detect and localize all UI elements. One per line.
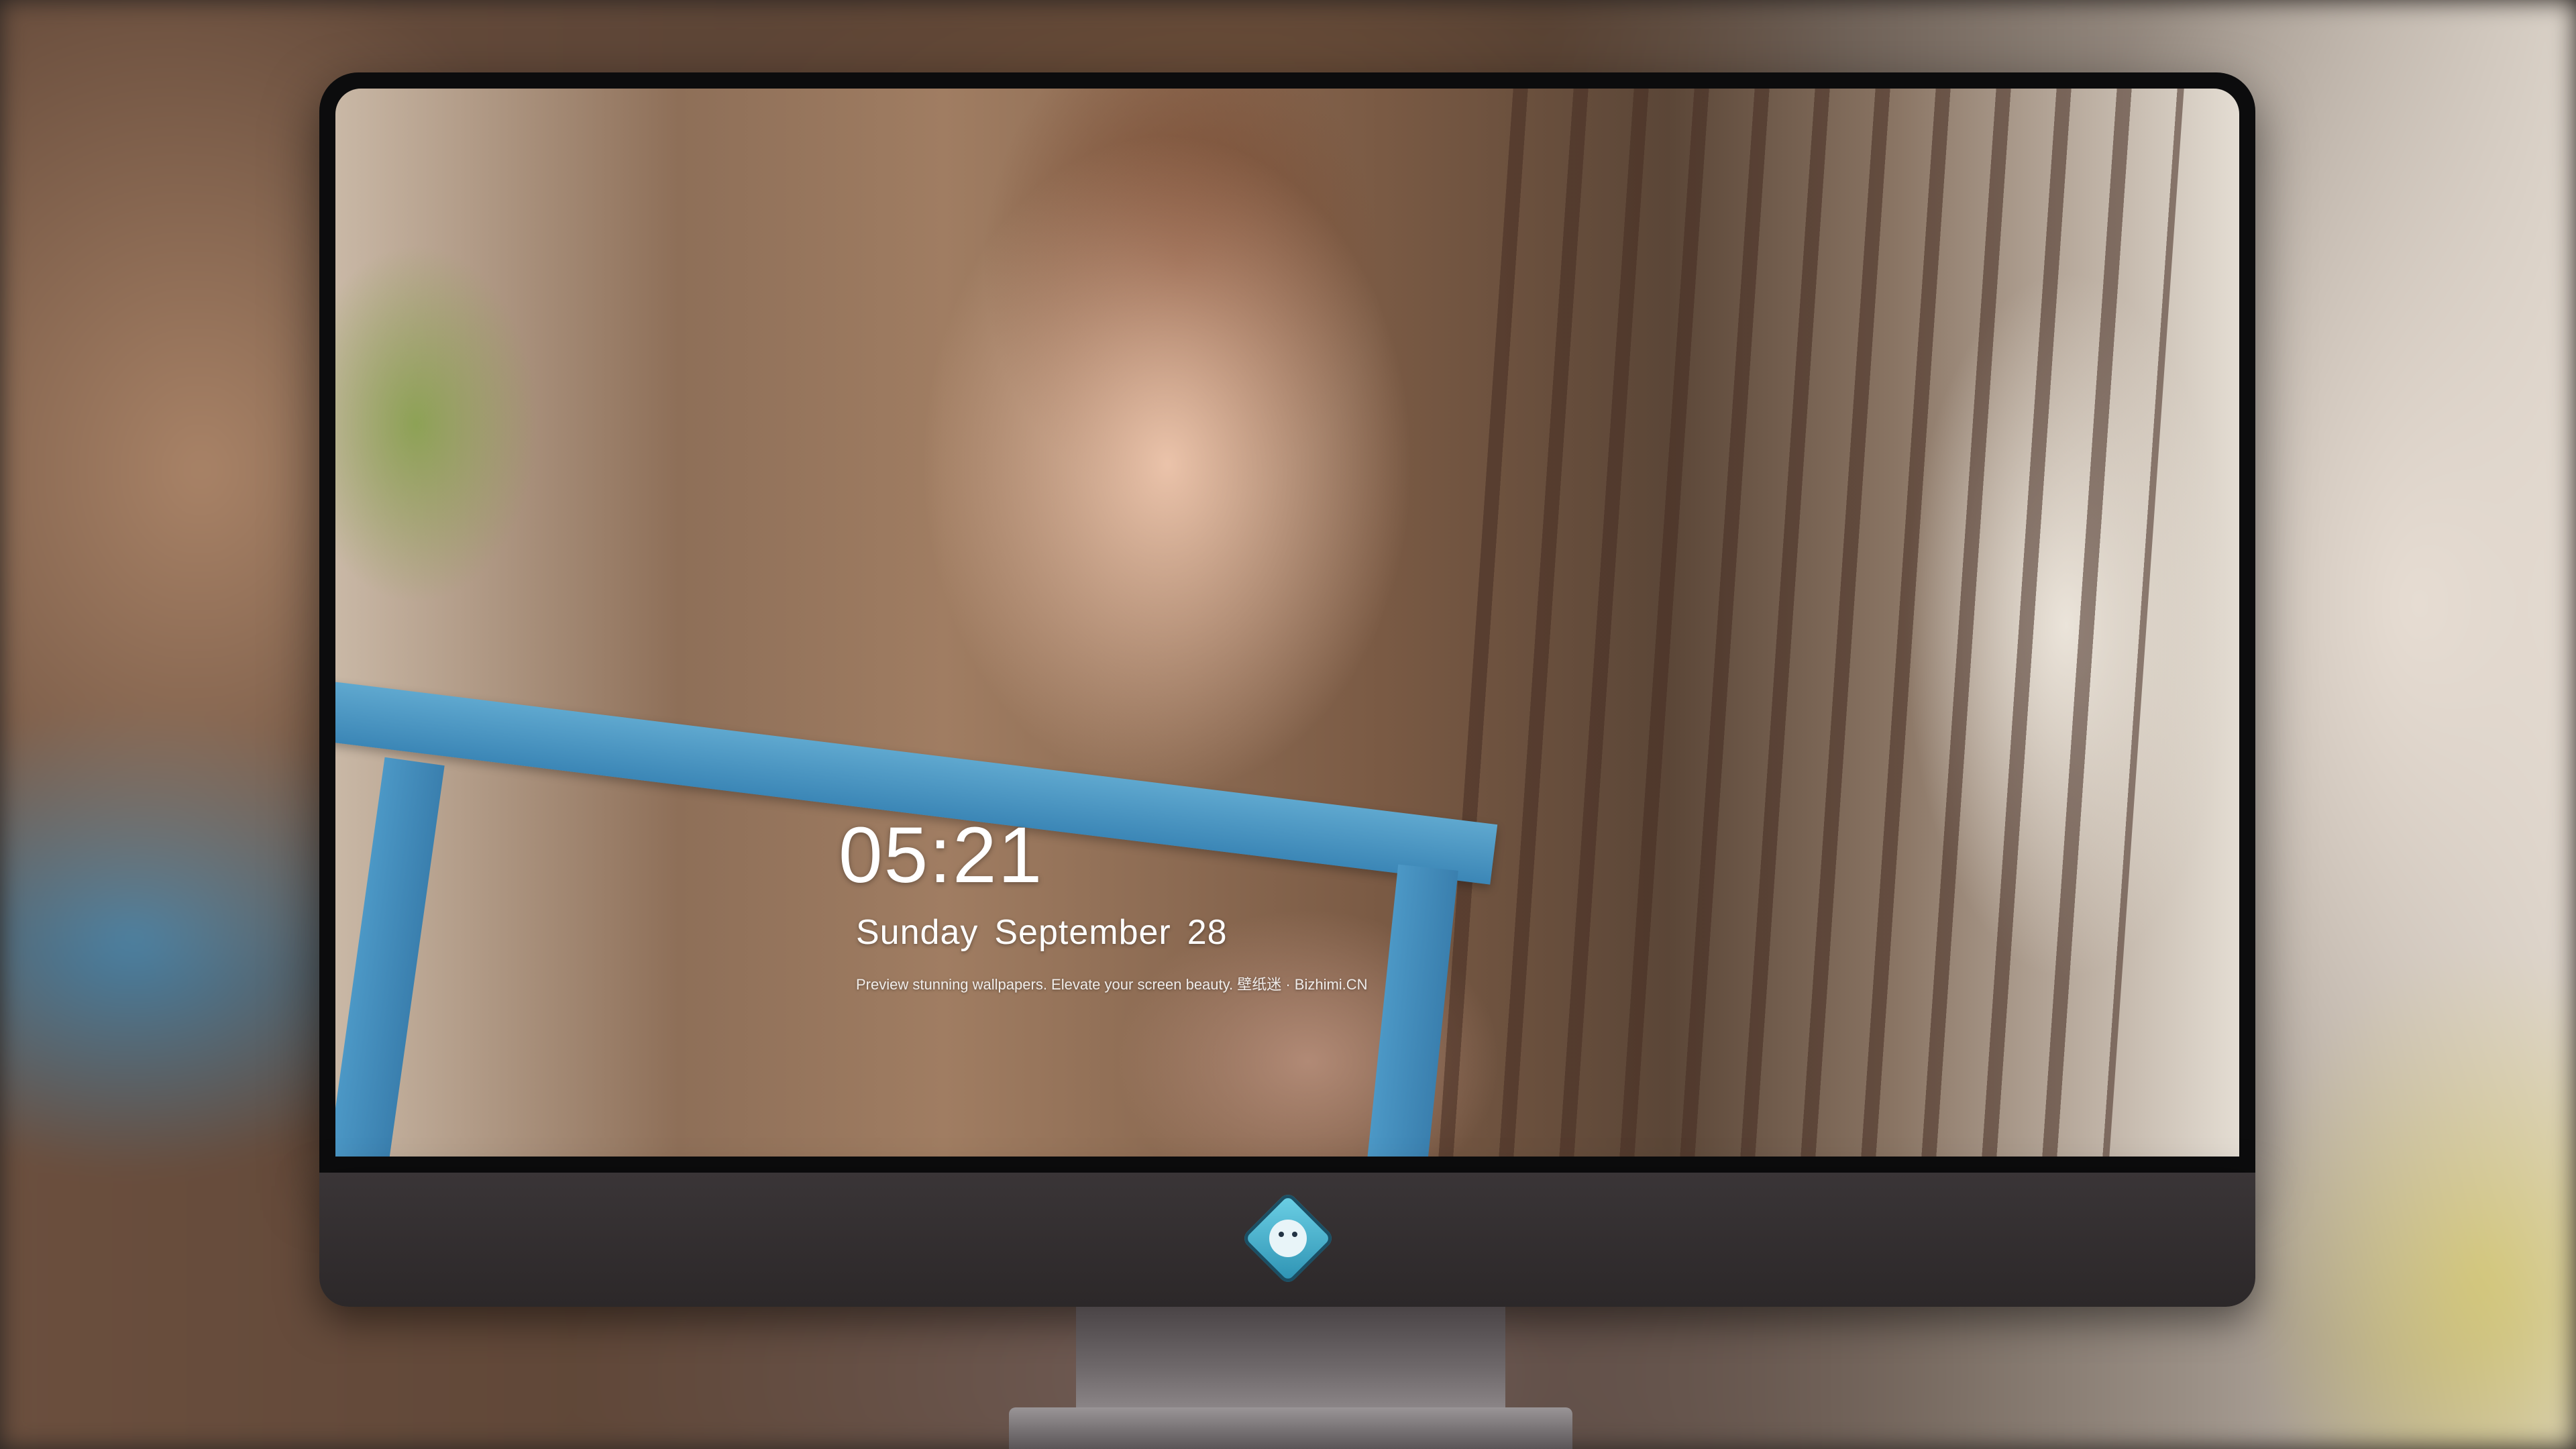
stand-base	[1009, 1407, 1572, 1449]
wallpaper-rail-post-left	[335, 757, 445, 1157]
stand-neck	[1076, 1307, 1505, 1407]
lock-screen-date: Sunday September 28	[856, 912, 1244, 953]
wallpaper-grate	[1438, 89, 2184, 1157]
lock-screen-time: 05:21	[839, 811, 1044, 900]
monitor: 05:21 Sunday September 28 Preview stunning…	[319, 72, 2255, 1307]
lock-screen[interactable]: 05:21 Sunday September 28 Preview stunning…	[335, 89, 2239, 1157]
brand-logo-icon	[1240, 1191, 1336, 1286]
monitor-stand	[1009, 1307, 1572, 1449]
date-weekday: Sunday	[856, 913, 979, 952]
monitor-bezel: 05:21 Sunday September 28 Preview stunning…	[319, 72, 2255, 1173]
monitor-chin	[319, 1173, 2255, 1307]
date-day: 28	[1187, 913, 1228, 952]
brand-logo-face	[1269, 1220, 1307, 1257]
wallpaper-caption: Preview stunning wallpapers. Elevate you…	[856, 976, 1368, 993]
date-month: September	[994, 913, 1171, 952]
